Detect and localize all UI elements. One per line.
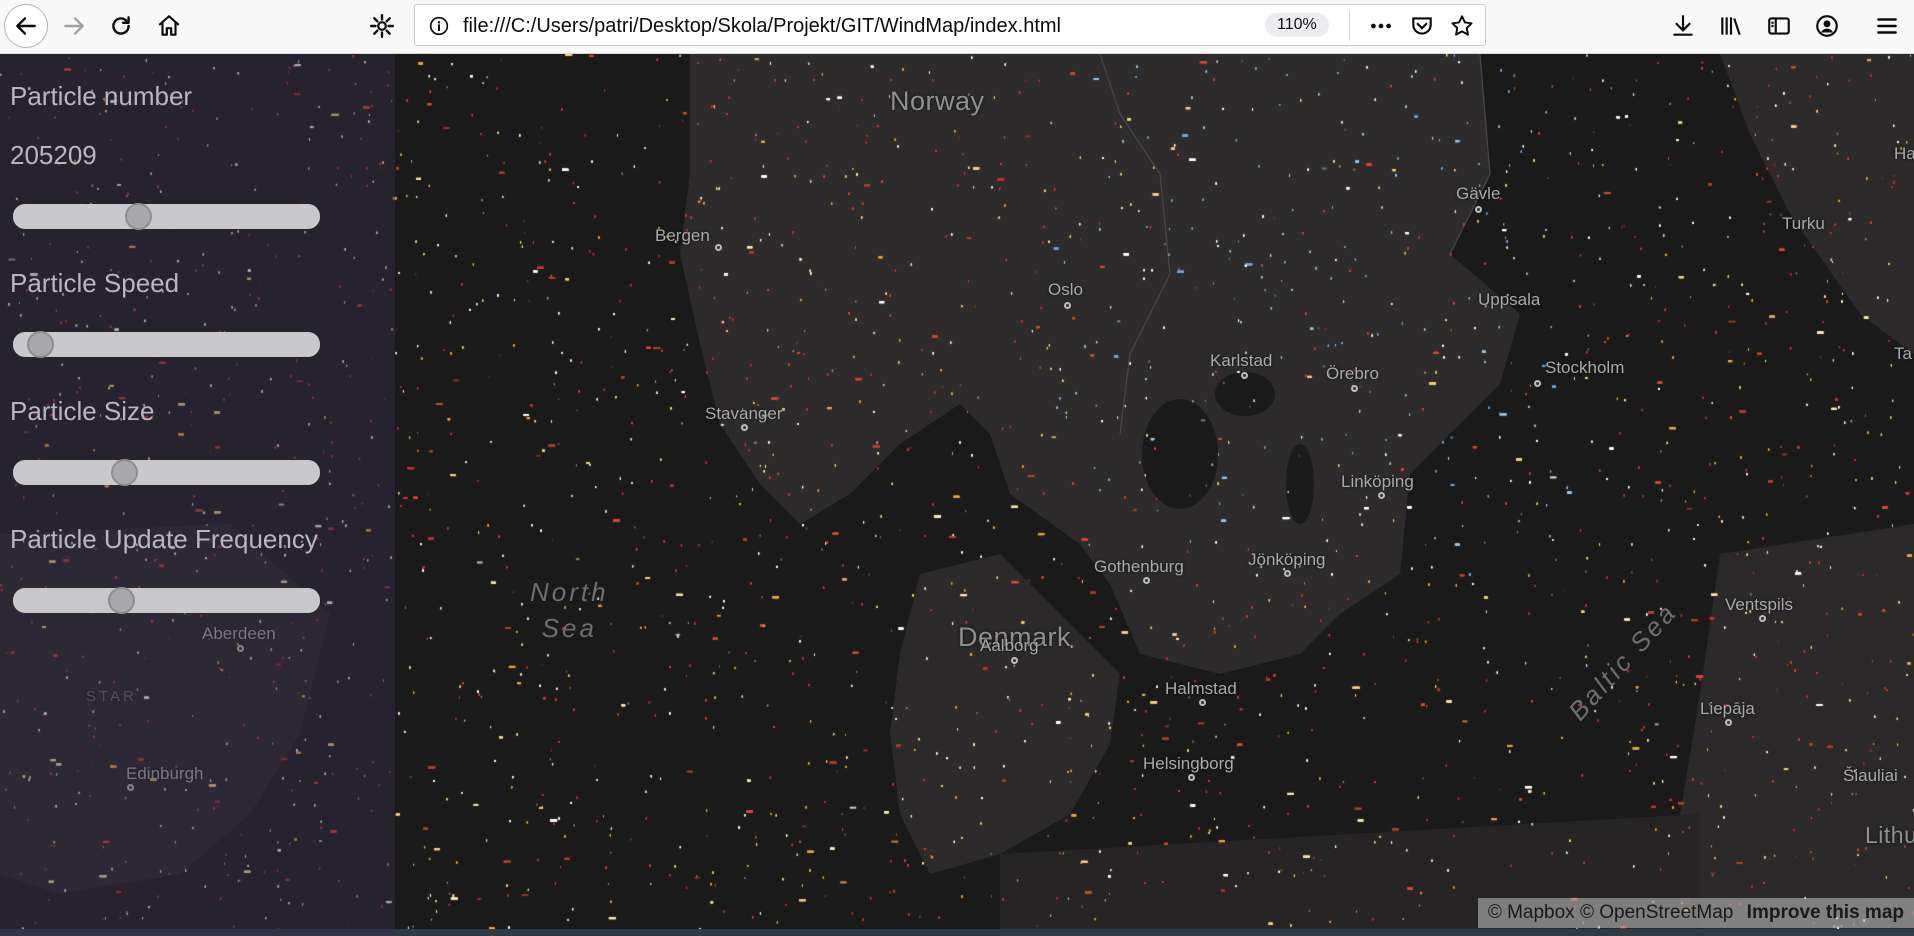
reload-button[interactable] bbox=[102, 7, 140, 45]
city-label-aalborg: Aalborg bbox=[980, 636, 1039, 655]
url-divider bbox=[1349, 11, 1350, 41]
city-marker-linkoping bbox=[1378, 492, 1385, 499]
reload-icon bbox=[112, 16, 130, 35]
city-label-gavle: Gävle bbox=[1456, 184, 1501, 203]
country-label-norway: Norway bbox=[890, 86, 985, 116]
attribution-bar: © Mapbox © OpenStreetMap Improve this ma… bbox=[1477, 898, 1914, 928]
download-icon bbox=[1673, 15, 1693, 36]
city-marker-orebro bbox=[1351, 385, 1358, 392]
browser-toolbar: file:///C:/Users/patri/Desktop/Skola/Pro… bbox=[0, 0, 1914, 54]
home-icon bbox=[158, 15, 180, 36]
city-marker-ventspils bbox=[1759, 615, 1766, 622]
particle-number-value: 205209 bbox=[10, 140, 97, 170]
particle-speed-slider-thumb[interactable] bbox=[27, 331, 54, 358]
library-icon bbox=[1721, 17, 1741, 36]
city-marker-stockholm bbox=[1534, 380, 1541, 387]
city-label-uppsala: Uppsala bbox=[1478, 290, 1541, 309]
account-icon bbox=[1816, 15, 1838, 37]
city-label-ta-partial: Ta bbox=[1894, 344, 1912, 363]
city-marker-bergen bbox=[715, 244, 722, 251]
particle-update-frequency-slider-thumb[interactable] bbox=[108, 587, 135, 614]
arrow-left-icon bbox=[16, 17, 36, 35]
menu-button[interactable] bbox=[1868, 7, 1906, 45]
particle-size-label: Particle Size bbox=[10, 396, 155, 426]
downloads-button[interactable] bbox=[1664, 7, 1702, 45]
improve-map-link[interactable]: Improve this map bbox=[1747, 902, 1904, 923]
city-marker-stavanger bbox=[741, 424, 748, 431]
city-label-orebro: Örebro bbox=[1326, 364, 1379, 383]
customize-button[interactable] bbox=[363, 7, 401, 45]
account-button[interactable] bbox=[1808, 7, 1846, 45]
more-actions-icon[interactable] bbox=[1368, 13, 1394, 39]
zoom-indicator[interactable]: 110% bbox=[1265, 13, 1329, 37]
home-button[interactable] bbox=[150, 7, 188, 45]
url-text[interactable]: file:///C:/Users/patri/Desktop/Skola/Pro… bbox=[463, 15, 1061, 38]
city-marker-jonkoping bbox=[1284, 570, 1291, 577]
arrow-right-icon bbox=[64, 17, 84, 35]
city-marker-oslo bbox=[1064, 302, 1071, 309]
hamburger-menu-icon bbox=[1877, 18, 1897, 34]
gear-icon bbox=[369, 13, 395, 39]
sea-label-north-line1: North bbox=[530, 577, 609, 607]
city-marker-gothenburg bbox=[1143, 577, 1150, 584]
sea-label-north: North Sea bbox=[530, 574, 609, 646]
city-label-halmstad: Halmstad bbox=[1165, 679, 1237, 698]
particle-speed-slider[interactable] bbox=[13, 331, 320, 358]
bookmark-star-icon[interactable] bbox=[1449, 13, 1475, 39]
particle-number-slider-thumb[interactable] bbox=[125, 203, 152, 230]
city-label-ventspils: Ventspils bbox=[1725, 595, 1794, 614]
back-button[interactable] bbox=[4, 4, 48, 48]
info-icon[interactable] bbox=[429, 16, 449, 36]
particle-number-label: Particle number bbox=[10, 81, 193, 111]
city-label-oslo: Oslo bbox=[1048, 280, 1083, 299]
particle-number-slider[interactable] bbox=[13, 203, 320, 230]
control-panel: Particle number 205209 Particle Speed Pa… bbox=[0, 54, 395, 936]
sidebar-button[interactable] bbox=[1760, 7, 1798, 45]
forward-button[interactable] bbox=[55, 7, 93, 45]
library-button[interactable] bbox=[1712, 7, 1750, 45]
city-marker-liepaja bbox=[1725, 719, 1732, 726]
particle-size-slider-thumb[interactable] bbox=[111, 459, 138, 486]
city-label-stavanger: Stavanger bbox=[705, 404, 783, 423]
city-label-karlstad: Karlstad bbox=[1210, 351, 1273, 370]
city-label-ha-partial: Ha bbox=[1894, 144, 1914, 163]
city-marker-gavle bbox=[1475, 206, 1482, 213]
sea-label-north-line2: Sea bbox=[541, 613, 597, 643]
particle-speed-label: Particle Speed bbox=[10, 268, 180, 298]
city-marker-aalborg bbox=[1011, 657, 1018, 664]
city-label-siauliai: Šiauliai bbox=[1843, 766, 1898, 785]
particle-size-slider[interactable] bbox=[13, 459, 320, 486]
sidebar-icon bbox=[1768, 17, 1790, 35]
address-bar[interactable]: file:///C:/Users/patri/Desktop/Skola/Pro… bbox=[414, 4, 1486, 46]
city-label-gothenburg: Gothenburg bbox=[1094, 557, 1184, 576]
city-label-turku: Turku bbox=[1782, 214, 1825, 233]
city-marker-halmstad bbox=[1199, 699, 1206, 706]
city-label-bergen: Bergen bbox=[655, 226, 710, 245]
pocket-icon[interactable] bbox=[1409, 13, 1435, 39]
city-marker-helsingborg bbox=[1188, 774, 1195, 781]
particle-update-frequency-label: Particle Update Frequency bbox=[10, 524, 318, 554]
city-marker-karlstad bbox=[1241, 372, 1248, 379]
country-label-lithuania-partial: Lithu bbox=[1865, 822, 1914, 848]
city-label-stockholm: Stockholm bbox=[1545, 358, 1625, 377]
attribution-mapbox-link[interactable]: © Mapbox bbox=[1488, 902, 1575, 923]
particle-update-frequency-slider[interactable] bbox=[13, 587, 320, 614]
city-label-linkoping: Linköping bbox=[1341, 472, 1414, 491]
attribution-osm-link[interactable]: © OpenStreetMap bbox=[1580, 902, 1733, 923]
city-label-jonkoping: Jönköping bbox=[1248, 550, 1326, 569]
city-label-helsingborg: Helsingborg bbox=[1143, 754, 1234, 773]
city-label-liepaja: Liepāja bbox=[1700, 699, 1755, 718]
